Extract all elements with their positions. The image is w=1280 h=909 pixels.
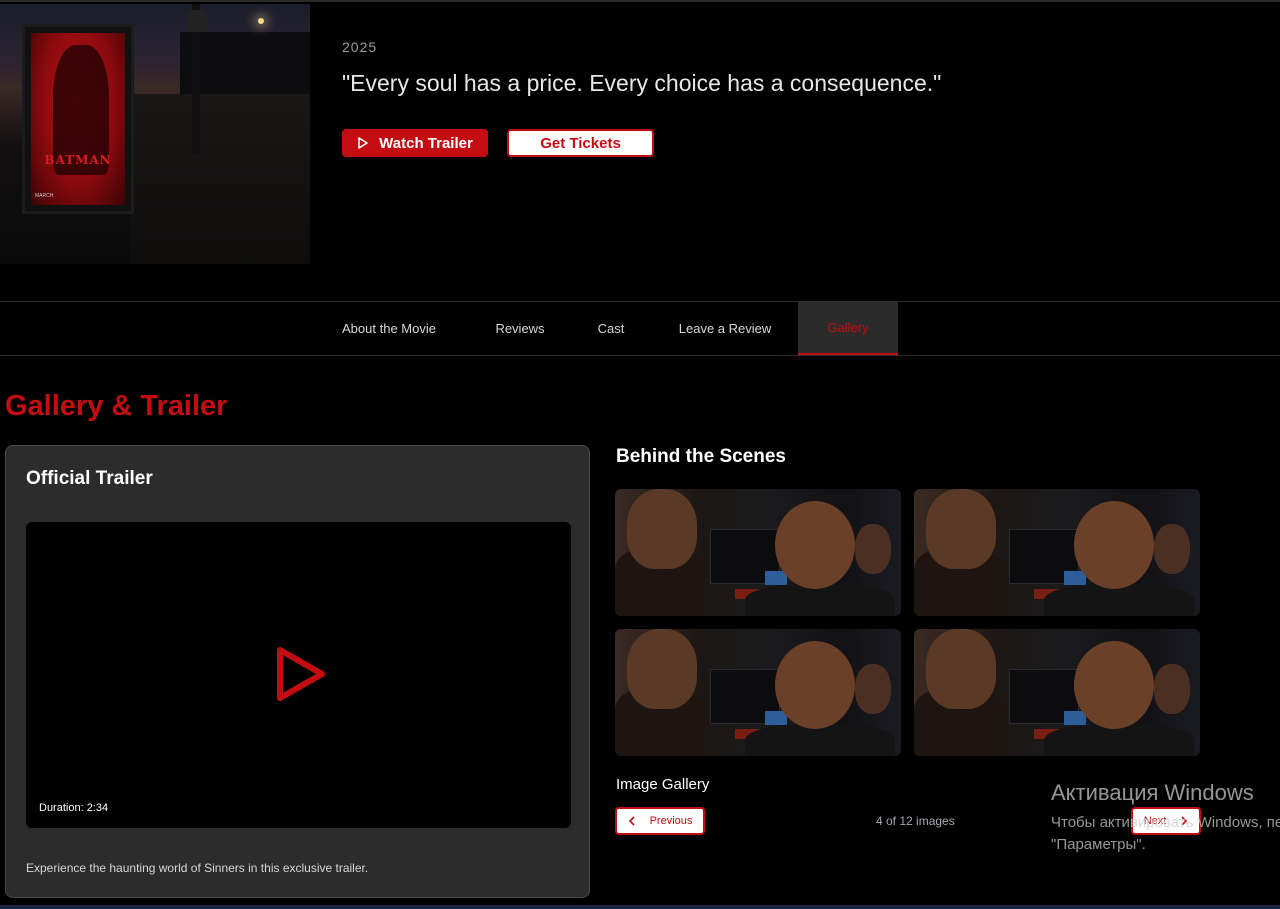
behind-the-scenes-heading: Behind the Scenes — [616, 446, 786, 467]
watermark-title: Активация Windows — [1051, 780, 1254, 805]
movie-tabs: About the Movie Reviews Cast Leave a Rev… — [0, 301, 1280, 356]
bottom-divider — [0, 905, 1280, 909]
trailer-description: Experience the haunting world of Sinners… — [26, 861, 369, 875]
poster-pole-head — [188, 10, 206, 32]
thumb-person — [745, 584, 895, 616]
thumb-person-head — [926, 629, 996, 709]
movie-tagline: "Every soul has a price. Every choice ha… — [342, 70, 942, 96]
tab-leave-a-review[interactable]: Leave a Review — [660, 302, 790, 355]
thumb-person-face — [855, 664, 891, 714]
behind-scenes-thumbnail[interactable] — [914, 489, 1200, 616]
thumb-person-face — [855, 524, 891, 574]
thumb-person-face — [1154, 524, 1190, 574]
gallery-counter: 4 of 12 images — [876, 814, 955, 828]
official-trailer-card: Official Trailer Duration: 2:34 Experien… — [5, 445, 590, 898]
movie-hero: BATMAN MARCH 2025 "Every soul has a pric… — [0, 0, 1280, 300]
tab-gallery[interactable]: Gallery — [798, 302, 898, 355]
thumb-person-head — [627, 629, 697, 709]
behind-scenes-thumbnail[interactable] — [615, 629, 901, 756]
poster-ad: BATMAN MARCH — [31, 33, 125, 205]
poster-title: BATMAN — [44, 153, 112, 167]
thumb-person-head — [775, 641, 855, 729]
image-gallery-label: Image Gallery — [616, 776, 710, 793]
thumb-person-head — [627, 489, 697, 569]
play-icon[interactable] — [274, 644, 328, 704]
tab-about-the-movie[interactable]: About the Movie — [318, 302, 460, 355]
trailer-heading: Official Trailer — [26, 468, 153, 489]
trailer-video-player[interactable]: Duration: 2:34 — [26, 522, 571, 828]
watch-trailer-button[interactable]: Watch Trailer — [342, 129, 488, 157]
watch-trailer-label: Watch Trailer — [379, 134, 473, 152]
poster-roof — [230, 46, 310, 72]
thumb-person-head — [1074, 641, 1154, 729]
thumb-person-head — [775, 501, 855, 589]
next-button[interactable]: Next — [1131, 807, 1201, 835]
movie-poster-image: BATMAN MARCH — [0, 4, 310, 264]
thumb-person — [1044, 584, 1194, 616]
thumb-person-head — [1074, 501, 1154, 589]
poster-lamp — [258, 18, 264, 24]
tab-cast[interactable]: Cast — [580, 302, 642, 355]
thumb-person-face — [1154, 664, 1190, 714]
next-label: Next — [1143, 815, 1167, 827]
thumb-person — [1044, 724, 1194, 756]
poster-road — [130, 94, 310, 264]
behind-scenes-thumbnail[interactable] — [914, 629, 1200, 756]
poster-footer: MARCH — [35, 193, 54, 199]
previous-button[interactable]: Previous — [615, 807, 705, 835]
thumb-person — [745, 724, 895, 756]
movie-year: 2025 — [342, 39, 378, 55]
get-tickets-button[interactable]: Get Tickets — [507, 129, 654, 157]
tab-reviews[interactable]: Reviews — [480, 302, 560, 355]
watermark-line2: "Параметры". — [1051, 836, 1146, 853]
trailer-duration: Duration: 2:34 — [39, 802, 109, 814]
get-tickets-label: Get Tickets — [540, 134, 621, 152]
previous-label: Previous — [649, 815, 693, 827]
section-title: Gallery & Trailer — [5, 390, 228, 422]
poster-billboard: BATMAN MARCH — [22, 24, 134, 214]
thumb-person-head — [926, 489, 996, 569]
behind-scenes-thumbnail[interactable] — [615, 489, 901, 616]
chevron-left-icon — [628, 816, 635, 826]
chevron-right-icon — [1181, 816, 1188, 826]
play-icon — [358, 137, 368, 149]
